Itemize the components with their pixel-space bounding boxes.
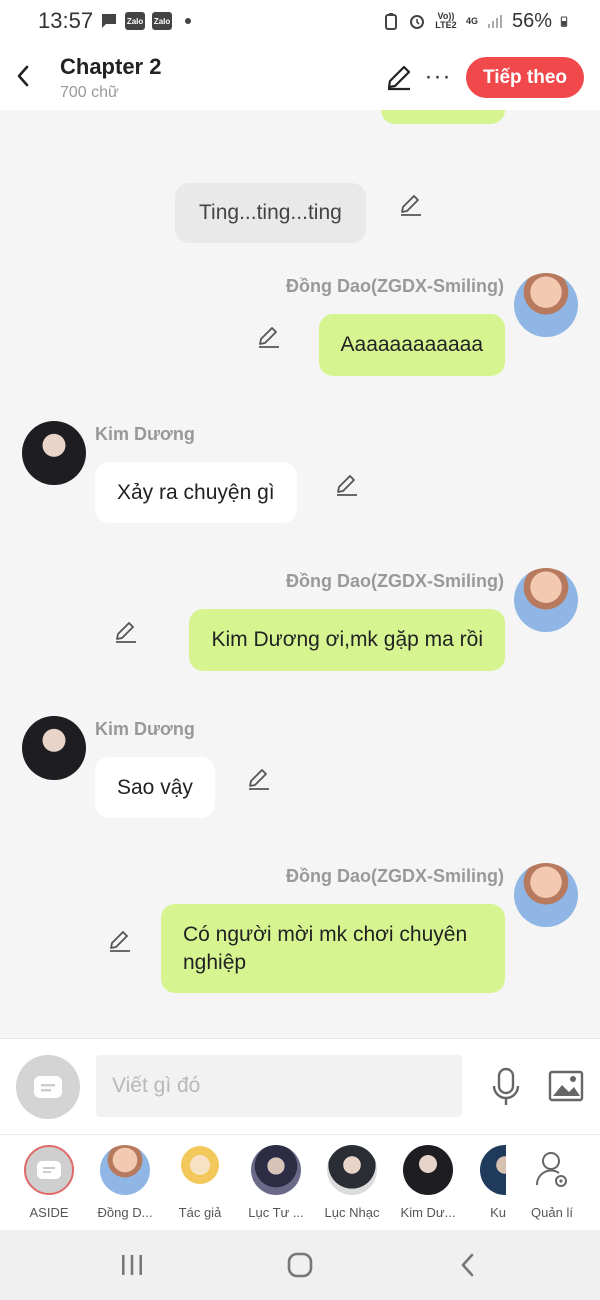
battery-percent: 56% (511, 9, 552, 32)
recent-apps-button[interactable] (112, 1248, 152, 1282)
character-label: Quản lí (531, 1205, 573, 1220)
system-nav-bar (0, 1230, 600, 1300)
clock: 13:57 (38, 8, 94, 33)
sender-name: Kim Dương (95, 424, 195, 444)
composer-bar (0, 1038, 600, 1134)
kim-duong-avatar[interactable] (22, 421, 86, 485)
character-label: Đồng D... (97, 1205, 153, 1220)
aside-message-bubble[interactable]: Ting...ting...ting (175, 183, 366, 243)
dong-dao-avatar[interactable] (514, 273, 578, 337)
dong-dao-avatar[interactable] (514, 863, 578, 927)
edit-message-icon[interactable] (334, 472, 360, 498)
dong-dao-avatar (100, 1145, 150, 1195)
message-bubble[interactable]: Sao vậy (95, 757, 215, 818)
kim-duong-avatar (403, 1145, 453, 1195)
notification-dot-icon (185, 18, 192, 24)
ku-avatar (480, 1145, 506, 1195)
character-luc-tu[interactable]: Lục Tư ... (238, 1145, 314, 1220)
signal-icon (487, 15, 502, 28)
word-count: 700 chữ (60, 84, 119, 101)
luc-nhac-avatar (327, 1145, 377, 1195)
network-label: Vo)) LTE2 (435, 11, 457, 30)
character-label: Lục Nhạc (324, 1205, 380, 1220)
message-bubble-partial[interactable] (381, 110, 505, 124)
edit-message-icon[interactable] (113, 619, 139, 645)
sender-name: Đồng Dao(ZGDX-Smiling) (286, 866, 504, 886)
battery-icon (560, 16, 568, 27)
sender-name: Đồng Dao(ZGDX-Smiling) (286, 276, 504, 296)
author-avatar (175, 1145, 225, 1195)
back-icon (461, 1253, 474, 1277)
character-label: Tác giả (178, 1205, 222, 1220)
network-type-label: 4G (465, 15, 478, 26)
back-button[interactable] (10, 60, 36, 92)
message-bubble[interactable]: Xảy ra chuyện gì (95, 462, 297, 523)
character-label: Ku (490, 1205, 506, 1220)
character-ku[interactable]: Ku (470, 1145, 506, 1220)
edit-message-icon[interactable] (256, 324, 282, 350)
character-label: Kim Dư... (400, 1205, 456, 1220)
back-nav-button[interactable] (448, 1248, 488, 1282)
character-author[interactable]: Tác giả (162, 1145, 238, 1220)
edit-message-icon[interactable] (246, 766, 272, 792)
image-icon[interactable] (548, 1069, 584, 1103)
alarm-icon (409, 15, 424, 29)
sender-name: Đồng Dao(ZGDX-Smiling) (286, 571, 504, 591)
message-bubble[interactable]: Aaaaaaaaaaaa (318, 314, 505, 376)
message-bubble[interactable]: Có người mời mk chơi chuyên nghiệp (161, 904, 505, 993)
message-input[interactable] (96, 1055, 462, 1117)
character-aside[interactable]: ASIDE (11, 1145, 87, 1220)
home-icon (287, 1252, 313, 1278)
character-label: Lục Tư ... (248, 1205, 304, 1220)
page-title: Chapter 2 (60, 54, 162, 79)
edit-chapter-button[interactable] (384, 62, 414, 92)
luc-tu-avatar (251, 1145, 301, 1195)
dong-dao-avatar[interactable] (514, 568, 578, 632)
manage-icon (527, 1145, 577, 1195)
more-options-button[interactable]: ··· (424, 62, 452, 92)
zalo-icon: Zalo (125, 12, 146, 30)
status-bar: 13:57 Zalo Zalo Vo)) LTE2 4G 56% (0, 0, 600, 42)
edit-message-icon[interactable] (107, 928, 133, 954)
message-bubble[interactable]: Kim Dương ơi,mk gặp ma rồi (189, 609, 505, 671)
sender-name: Kim Dương (95, 719, 195, 739)
chapter-header: Chapter 2 700 chữ ··· Tiếp theo (0, 42, 600, 110)
character-luc-nhac[interactable]: Lục Nhạc (314, 1145, 390, 1220)
zalo-icon: Zalo (152, 12, 173, 30)
manage-characters-button[interactable]: Quản lí (514, 1145, 590, 1220)
kim-duong-avatar[interactable] (22, 716, 86, 780)
character-kim-duong[interactable]: Kim Dư... (390, 1145, 466, 1220)
character-bar: ASIDE Đồng D... Tác giả Lục Tư ... Lục N… (0, 1134, 600, 1230)
chat-area[interactable]: Ting...ting...ting Đồng Dao(ZGDX-Smiling… (0, 110, 600, 1038)
aside-toggle-button[interactable] (16, 1055, 80, 1119)
character-dong-dao[interactable]: Đồng D... (87, 1145, 163, 1220)
microphone-icon[interactable] (490, 1067, 522, 1107)
edit-message-icon[interactable] (398, 192, 424, 218)
home-button[interactable] (280, 1248, 320, 1282)
next-chapter-button[interactable]: Tiếp theo (466, 57, 584, 98)
character-label: ASIDE (29, 1205, 69, 1220)
message-icon (102, 14, 117, 28)
battery-saver-icon (384, 13, 397, 30)
chevron-left-icon (17, 65, 29, 87)
aside-icon (34, 1076, 62, 1098)
aside-icon (24, 1145, 74, 1195)
recent-apps-icon (122, 1255, 142, 1275)
